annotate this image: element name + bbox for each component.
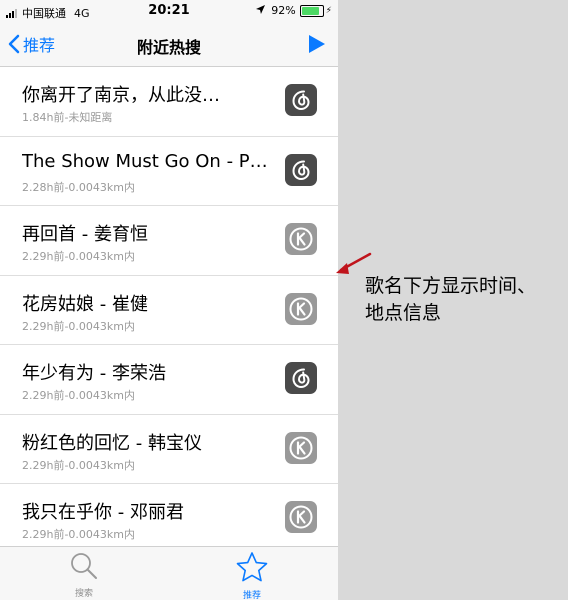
song-row[interactable]: 花房姑娘 - 崔健 2.29h前-0.0043km内 bbox=[0, 276, 338, 345]
song-list: 你离开了南京，从此没… 1.84h前-未知距离 The Show Must Go O… bbox=[0, 67, 338, 554]
song-row[interactable]: 你离开了南京，从此没… 1.84h前-未知距离 bbox=[0, 67, 338, 137]
song-row[interactable]: 粉红色的回忆 - 韩宝仪 2.29h前-0.0043km内 bbox=[0, 415, 338, 484]
tab-recommend-label: 推荐 bbox=[242, 591, 261, 600]
song-title: 粉红色的回忆 - 韩宝仪 bbox=[22, 432, 202, 454]
annotation-line-1: 歌名下方显示时间、 bbox=[365, 275, 537, 297]
battery-percent: 92% bbox=[271, 4, 296, 17]
tab-bar: 搜索 推荐 bbox=[0, 546, 338, 600]
annotation-line-2: 地点信息 bbox=[365, 302, 442, 324]
song-row[interactable]: 年少有为 - 李荣浩 2.29h前-0.0043km内 bbox=[0, 345, 338, 415]
kugou-music-icon[interactable] bbox=[285, 501, 317, 533]
annotation-text: 歌名下方显示时间、 地点信息 bbox=[365, 273, 568, 327]
location-icon bbox=[256, 4, 266, 17]
song-row[interactable]: 再回首 - 姜育恒 2.29h前-0.0043km内 bbox=[0, 206, 338, 276]
song-meta: 2.29h前-0.0043km内 bbox=[22, 250, 136, 263]
song-title: 你离开了南京，从此没… bbox=[22, 85, 220, 106]
tab-recommend[interactable]: 推荐 bbox=[222, 551, 282, 600]
song-title: 我只在乎你 - 邓丽君 bbox=[22, 502, 184, 523]
netease-music-icon[interactable] bbox=[285, 153, 317, 186]
status-bar: 中国联通 4G 20:21 92% ⚡ bbox=[0, 0, 338, 22]
song-meta: 2.28h前-0.0043km内 bbox=[22, 180, 136, 194]
star-icon bbox=[236, 552, 268, 582]
tab-search[interactable]: 搜索 bbox=[54, 551, 114, 599]
kugou-music-icon[interactable] bbox=[285, 431, 317, 464]
kugou-music-icon[interactable] bbox=[285, 292, 317, 325]
song-meta: 1.84h前-未知距离 bbox=[22, 111, 113, 124]
play-icon bbox=[309, 35, 325, 53]
tab-search-label: 搜索 bbox=[74, 589, 93, 599]
song-row[interactable]: 我只在乎你 - 邓丽君 2.29h前-0.0043km内 bbox=[0, 484, 338, 554]
netease-music-icon[interactable] bbox=[285, 84, 317, 116]
song-title: 花房姑娘 - 崔健 bbox=[22, 293, 148, 315]
kugou-music-icon[interactable] bbox=[285, 223, 317, 255]
song-meta: 2.29h前-0.0043km内 bbox=[22, 319, 136, 333]
charging-icon: ⚡ bbox=[325, 5, 332, 16]
song-row[interactable]: The Show Must Go On - P… 2.28h前-0.0043km内 bbox=[0, 137, 338, 206]
song-meta: 2.29h前-0.0043km内 bbox=[22, 458, 136, 472]
song-meta: 2.29h前-0.0043km内 bbox=[22, 389, 136, 402]
phone-screen: 中国联通 4G 20:21 92% ⚡ 推荐 附近热搜 你离开了南京，从此没… 1… bbox=[0, 0, 338, 600]
song-title: 年少有为 - 李荣浩 bbox=[22, 363, 166, 384]
song-title: The Show Must Go On - P… bbox=[22, 150, 268, 172]
page-title: 附近热搜 bbox=[136, 38, 201, 57]
netease-music-icon[interactable] bbox=[285, 362, 317, 394]
search-icon bbox=[71, 553, 97, 579]
song-meta: 2.29h前-0.0043km内 bbox=[22, 528, 136, 541]
song-title: 再回首 - 姜育恒 bbox=[22, 224, 148, 245]
play-button[interactable] bbox=[308, 34, 326, 58]
battery-icon bbox=[299, 4, 324, 17]
navigation-bar: 推荐 附近热搜 bbox=[0, 22, 338, 67]
